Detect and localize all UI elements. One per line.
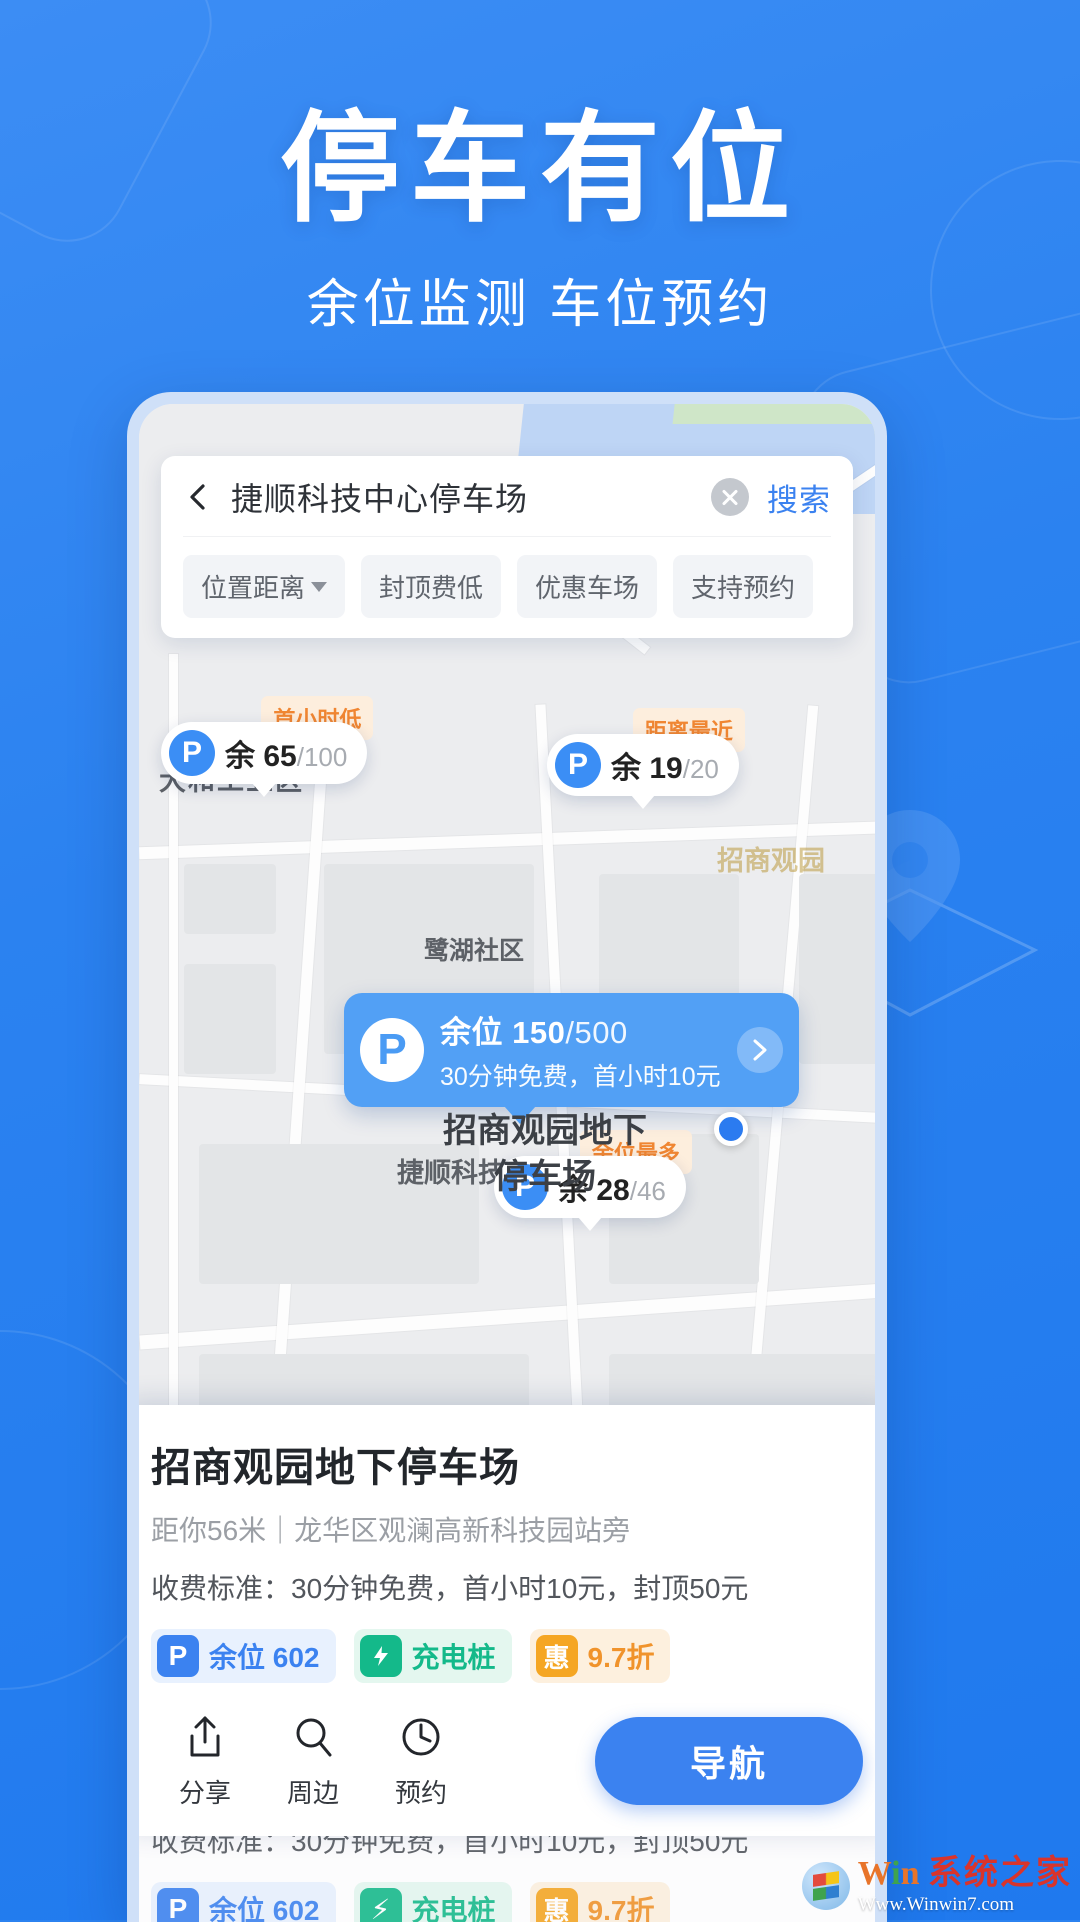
marker-prefix-1: 余 bbox=[225, 740, 255, 773]
filter-chip-distance-label: 位置距离 bbox=[201, 573, 306, 603]
marker-free-1: 65 bbox=[263, 740, 297, 773]
callout-availability: 余位 150/500 bbox=[440, 1007, 721, 1052]
parking-icon: P bbox=[555, 742, 601, 788]
filter-chip-reservable[interactable]: 支持预约 bbox=[673, 555, 814, 618]
detail-action-row: 分享 周边 预约 导航 bbox=[151, 1711, 863, 1810]
tag-discount-label: 9.7折 bbox=[587, 1642, 655, 1673]
map-label-zhaoshang: 招商观园 bbox=[717, 846, 825, 876]
selected-parking-callout[interactable]: P 余位 150/500 30分钟免费，首小时10元 bbox=[344, 993, 799, 1124]
detail-subtitle: 距你56米｜龙华区观澜高新科技园站旁 bbox=[151, 1515, 631, 1546]
filter-chip-row: 位置距离 封顶费低 优惠车场 支持预约 bbox=[183, 555, 831, 618]
marker-label-2: 余 19/20 bbox=[611, 743, 719, 787]
selected-place-name: 招商观园地下 停车场 bbox=[425, 1109, 665, 1201]
detail-fee: 收费标准：30分钟免费，首小时10元，封顶50元 bbox=[151, 1573, 749, 1604]
watermark-w: W bbox=[857, 1855, 892, 1892]
search-input[interactable]: 捷顺科技中心停车场 bbox=[231, 474, 693, 520]
filter-chip-low-cap-fee-label: 封顶费低 bbox=[379, 573, 484, 603]
map-block bbox=[799, 874, 875, 1064]
navigate-button[interactable]: 导航 bbox=[595, 1716, 863, 1805]
watermark-brand: Win 系统之家 bbox=[858, 1857, 1072, 1891]
current-location-dot bbox=[714, 1112, 748, 1146]
windows-logo-icon bbox=[801, 1861, 850, 1910]
callout-total: /500 bbox=[565, 1015, 628, 1050]
filter-chip-discount-lot[interactable]: 优惠车场 bbox=[517, 555, 658, 618]
watermark-cn: 系统之家 bbox=[928, 1855, 1072, 1892]
search-row: 捷顺科技中心停车场 搜索 bbox=[183, 474, 831, 537]
tag-charging-behind: ⚡ 充电桩 bbox=[353, 1882, 512, 1922]
marker-label-1: 余 65/100 bbox=[225, 731, 347, 775]
charging-pile-icon: ⚡ bbox=[359, 1888, 402, 1922]
map-label-community: 鹭湖社区 bbox=[424, 937, 525, 965]
parking-icon: P bbox=[157, 1635, 199, 1677]
back-icon[interactable] bbox=[183, 482, 213, 512]
detail-tags-behind: P 余位 602 ⚡ 充电桩 惠 9.7折 bbox=[151, 1882, 863, 1922]
place-name-line-2: 停车场 bbox=[494, 1157, 596, 1196]
callout-prefix: 余位 bbox=[440, 1015, 513, 1050]
tag-discount: 惠 9.7折 bbox=[529, 1629, 671, 1683]
marker-total-2: /20 bbox=[682, 754, 719, 784]
marker-prefix-2: 余 bbox=[611, 752, 641, 785]
parking-icon: P bbox=[169, 730, 215, 776]
filter-chip-reservable-label: 支持预约 bbox=[691, 573, 796, 603]
phone-screen: 鹭湖外国语小学 大和工业区 招商观园 鹭湖社区 环 观 南 路 捷顺科技中心 路… bbox=[139, 404, 875, 1922]
search-icon bbox=[259, 1711, 367, 1763]
watermark-i: i bbox=[891, 1855, 901, 1892]
filter-chip-low-cap-fee[interactable]: 封顶费低 bbox=[361, 555, 502, 618]
tag-discount-behind: 惠 9.7折 bbox=[529, 1882, 671, 1922]
discount-icon: 惠 bbox=[535, 1635, 578, 1677]
tag-charging-label-behind: 充电桩 bbox=[411, 1895, 496, 1922]
parking-icon: P bbox=[360, 1018, 424, 1082]
action-nearby[interactable]: 周边 bbox=[259, 1711, 367, 1810]
callout-fee: 30分钟免费，首小时10元 bbox=[440, 1063, 721, 1091]
watermark-url: Www.Winwin7.com bbox=[857, 1894, 1015, 1915]
place-name-line-1: 招商观园地下 bbox=[443, 1112, 647, 1150]
discount-icon: 惠 bbox=[535, 1888, 578, 1922]
map-block bbox=[184, 864, 276, 934]
parking-icon: P bbox=[157, 1888, 199, 1922]
marker-bubble-2[interactable]: P 余 19/20 bbox=[547, 734, 739, 796]
marker-free-2: 19 bbox=[649, 752, 683, 785]
map-marker-2[interactable]: 距离最近 P 余 19/20 bbox=[547, 708, 745, 796]
page-subtitle: 余位监测 车位预约 bbox=[306, 276, 774, 334]
tag-parking-behind: P 余位 602 bbox=[151, 1882, 336, 1922]
action-reserve-label: 预约 bbox=[394, 1778, 447, 1808]
detail-tag-row: P 余位 602 充电桩 惠 9.7折 bbox=[151, 1629, 863, 1683]
action-share[interactable]: 分享 bbox=[151, 1711, 259, 1810]
tag-charging-label: 充电桩 bbox=[411, 1642, 496, 1673]
watermark-text: Win 系统之家 Www.Winwin7.com bbox=[857, 1857, 1072, 1915]
detail-title: 招商观园地下停车场 bbox=[151, 1446, 520, 1490]
share-icon bbox=[151, 1711, 259, 1763]
map-block bbox=[184, 964, 276, 1074]
callout-text: 余位 150/500 30分钟免费，首小时10元 bbox=[440, 1007, 721, 1093]
hero-heading-block: 停车有位 余位监测 车位预约 bbox=[0, 100, 1080, 337]
page-title: 停车有位 bbox=[280, 102, 800, 236]
filter-chip-discount-lot-label: 优惠车场 bbox=[535, 573, 640, 603]
tag-parking-availability: P 余位 602 bbox=[151, 1629, 336, 1683]
charging-pile-icon bbox=[359, 1635, 402, 1677]
map-marker-1[interactable]: 首小时低 P 余 65/100 bbox=[161, 696, 374, 784]
action-share-label: 分享 bbox=[178, 1778, 231, 1808]
tag-parking-label: 余位 602 bbox=[209, 1642, 320, 1673]
marker-bubble-1[interactable]: P 余 65/100 bbox=[161, 722, 368, 784]
search-panel: 捷顺科技中心停车场 搜索 位置距离 封顶费低 优惠车场 支持预约 bbox=[161, 456, 853, 638]
chevron-right-icon[interactable] bbox=[736, 1027, 783, 1073]
chevron-down-icon bbox=[311, 581, 328, 592]
search-button[interactable]: 搜索 bbox=[767, 475, 831, 520]
tag-parking-label-behind: 余位 602 bbox=[209, 1895, 320, 1922]
parking-detail-card: 招商观园地下停车场 距你56米｜龙华区观澜高新科技园站旁 收费标准：30分钟免费… bbox=[139, 1405, 875, 1836]
tag-charging-pile: 充电桩 bbox=[353, 1629, 512, 1683]
watermark: Win 系统之家 Www.Winwin7.com bbox=[801, 1857, 1072, 1915]
clear-icon[interactable] bbox=[711, 478, 749, 516]
tag-discount-label-behind: 9.7折 bbox=[587, 1895, 655, 1922]
callout-free: 150 bbox=[512, 1015, 566, 1050]
action-nearby-label: 周边 bbox=[286, 1778, 339, 1808]
marker-total-1: /100 bbox=[296, 742, 348, 772]
phone-mockup: 鹭湖外国语小学 大和工业区 招商观园 鹭湖社区 环 观 南 路 捷顺科技中心 路… bbox=[127, 392, 887, 1922]
action-reserve[interactable]: 预约 bbox=[367, 1711, 475, 1810]
filter-chip-distance[interactable]: 位置距离 bbox=[183, 555, 346, 618]
watermark-n: n bbox=[900, 1855, 920, 1892]
clock-icon bbox=[367, 1711, 475, 1763]
